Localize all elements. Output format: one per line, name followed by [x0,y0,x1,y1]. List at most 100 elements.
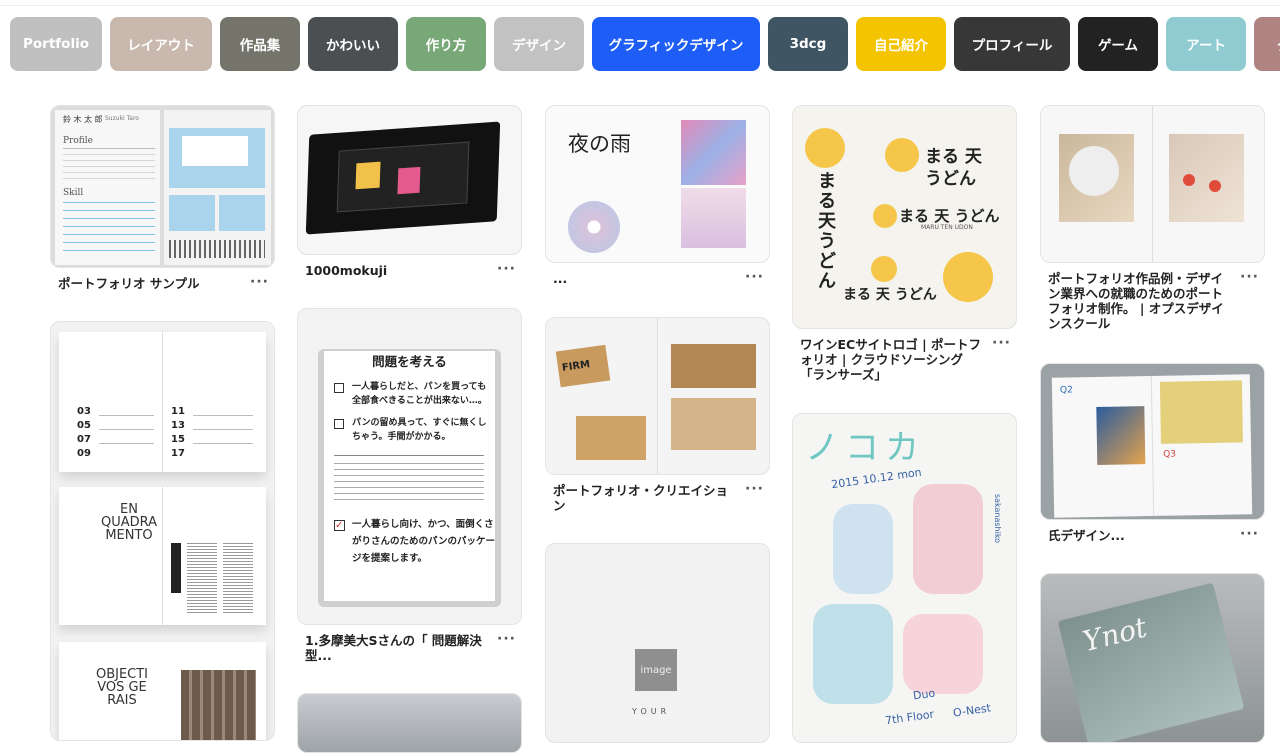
pin-image[interactable]: 夜の雨 [545,105,770,263]
pin-card[interactable]: 03 05 07 09 11 13 15 17 EN QUADRA MENTO … [50,321,275,741]
category-chip[interactable]: デザイン [494,17,584,71]
more-options-icon[interactable]: ··· [497,632,516,646]
pin-image[interactable]: image YOUR [545,543,770,743]
index-number: 07 [77,434,91,445]
image-placeholder: image [635,649,677,691]
album-title: 夜の雨 [568,132,631,156]
category-chip-bar: Portfolio レイアウト 作品集 かわいい 作り方 デザイン グラフィックデザイン 3d… [10,17,1280,71]
more-options-icon[interactable]: ··· [745,270,764,284]
pin-card[interactable]: 鈴 木 太 郎 Suzuki Taro Profile Skill ポートフォリ… [50,105,275,291]
profile-heading: Profile [63,136,93,146]
pin-card[interactable]: image YOUR [545,543,770,743]
skill-heading: Skill [63,188,84,198]
problem-item: パンの留め具って、すぐに無くしちゃう。手間がかかる。 [352,418,487,442]
pin-caption: ポートフォリオ作品例・デザイン業界への就職のためのポートフォリオ制作。 | オプ… [1048,269,1259,331]
cd-disc [568,201,620,253]
poster-duo: Duo [912,686,936,703]
more-options-icon[interactable]: ··· [1240,527,1259,541]
checkbox-icon [334,419,344,429]
pin-card[interactable]: 問題を考える 一人暮らしだと、パンを買っても全部食べきることが出来ない…。 パン… [297,308,522,663]
pin-caption: 1000mokuji ··· [305,261,516,278]
pin-image[interactable]: Ynot [1040,573,1265,743]
pin-card[interactable]: 1000mokuji ··· [297,105,522,278]
category-chip[interactable]: グラフィックデザイン [592,17,760,71]
index-number: 15 [171,434,185,445]
pin-card[interactable]: Q2 Q3 氏デザイン... ··· [1040,363,1265,543]
index-number: 13 [171,420,185,431]
logo-line: まる 天 うどん [899,207,1000,225]
pin-image[interactable]: ノコカ 2015 10.12 mon sakanashiko Duo 7th F… [792,413,1017,743]
pin-card[interactable]: ノコカ 2015 10.12 mon sakanashiko Duo 7th F… [792,413,1017,743]
mascot-icon [885,138,919,172]
album-art [681,120,746,185]
problem-heading: 問題を考える [324,351,495,370]
category-chip[interactable]: 作品集 [220,17,300,71]
pin-card[interactable]: FIRM ポートフォリオ・クリエイション ··· [545,317,770,513]
photo-plate [1059,134,1134,222]
category-chip[interactable]: グ [1254,17,1280,71]
kraft-box: FIRM [555,344,611,388]
pin-card[interactable] [297,693,522,753]
category-chip[interactable]: ゲーム [1078,17,1158,71]
your-text: YOUR [632,707,671,716]
pin-caption: 1.多摩美大Sさんの「 問題解決型... ··· [305,631,516,663]
pin-card[interactable]: まる天うどん まる 天 うどん まる 天 うどん MARU TEN UDON ま… [792,105,1017,382]
index-number: 17 [171,448,185,459]
question-label: Q2 [1059,385,1073,396]
pin-image[interactable]: まる天うどん まる 天 うどん まる 天 うどん MARU TEN UDON ま… [792,105,1017,329]
category-chip[interactable]: 自己紹介 [856,17,946,71]
pin-caption: ワインECサイトロゴ | ポートフォリオ | クラウドソーシング「ランサーズ」 ·… [800,335,1011,382]
book-spread-index: 03 05 07 09 11 13 15 17 [59,332,266,472]
category-chip[interactable]: Portfolio [10,17,102,71]
pin-image[interactable] [297,693,522,753]
category-chip[interactable]: アート [1166,17,1246,71]
checkbox-icon [334,383,344,393]
portfolio-left-page: 鈴 木 太 郎 Suzuki Taro Profile Skill [55,110,160,265]
category-chip[interactable]: レイアウト [110,17,212,71]
book-spread-objectivos: OBJECTI VOS GE RAIS [59,642,266,740]
problem-card: 問題を考える 一人暮らしだと、パンを買っても全部食べきることが出来ない…。 パン… [318,349,501,607]
logo-line: うどん [925,169,976,189]
pin-card[interactable]: Ynot [1040,573,1265,743]
pin-caption: 氏デザイン... ··· [1048,526,1259,543]
mascot-icon [805,128,845,168]
category-chip[interactable]: 3dcg [768,17,848,71]
index-number: 03 [77,406,91,417]
category-chip[interactable]: プロフィール [954,17,1070,71]
portfolio-right-page [164,110,271,265]
pin-image[interactable]: 鈴 木 太 郎 Suzuki Taro Profile Skill [50,105,275,268]
poster-place: 7th Floor [884,707,935,728]
more-options-icon[interactable]: ··· [1240,270,1259,284]
name-title: 鈴 木 太 郎 [63,115,103,124]
more-options-icon[interactable]: ··· [745,482,764,496]
pin-caption: ポートフォリオ サンプル ··· [58,274,269,291]
pin-card[interactable]: 夜の雨 ... ··· [545,105,770,286]
index-number: 05 [77,420,91,431]
more-options-icon[interactable]: ··· [992,336,1011,350]
poster-date: 2015 10.12 mon [830,465,923,492]
logo-sub: MARU TEN UDON [921,224,973,231]
pin-image[interactable]: Q2 Q3 [1040,363,1265,520]
magazine-title: Ynot [1079,610,1151,659]
poster-title: ノコカ [805,428,925,468]
more-options-icon[interactable]: ··· [250,275,269,289]
more-options-icon[interactable]: ··· [497,262,516,276]
top-divider [0,0,1280,6]
photo-spoons [1169,134,1244,222]
pin-card[interactable]: ポートフォリオ作品例・デザイン業界への就職のためのポートフォリオ制作。 | オプ… [1040,105,1265,331]
pin-image[interactable]: FIRM [545,317,770,475]
pin-image[interactable] [297,105,522,255]
category-chip[interactable]: 作り方 [406,17,486,71]
pin-caption: ポートフォリオ・クリエイション ··· [553,481,764,513]
poster-venue: O-Nest [952,701,992,720]
pin-image[interactable]: 03 05 07 09 11 13 15 17 EN QUADRA MENTO … [50,321,275,741]
category-chip[interactable]: かわいい [308,17,398,71]
spread-title: EN QUADRA MENTO [100,502,158,543]
pin-image[interactable] [1040,105,1265,263]
logo-vertical: まる天うどん [818,171,836,292]
box-tag: FIRM [561,359,591,374]
name-en: Suzuki Taro [105,115,139,122]
pin-image[interactable]: 問題を考える 一人暮らしだと、パンを買っても全部食べきることが出来ない…。 パン… [297,308,522,625]
spread-title: OBJECTI VOS GE RAIS [95,667,149,708]
index-number: 11 [171,406,185,417]
